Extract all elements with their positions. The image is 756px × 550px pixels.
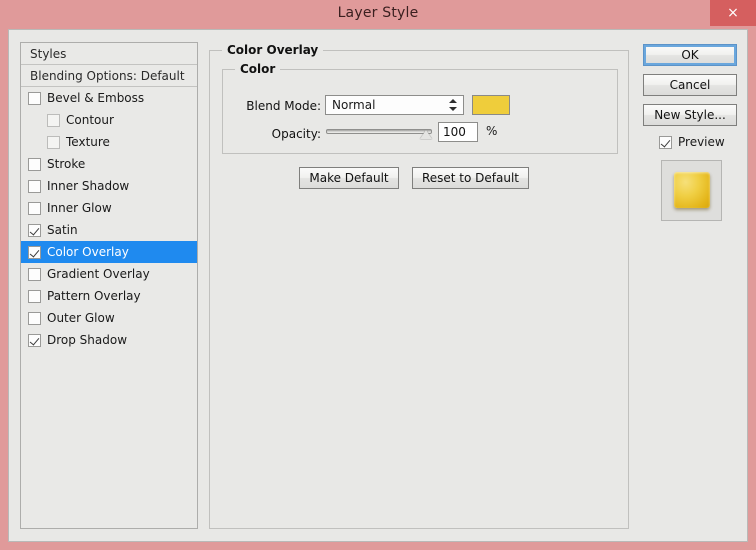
opacity-unit-label: % bbox=[486, 124, 498, 138]
style-row-label: Outer Glow bbox=[47, 311, 115, 325]
page-title: Layer Style bbox=[337, 5, 419, 21]
style-row-inner-shadow[interactable]: Inner Shadow bbox=[21, 175, 197, 197]
checkbox-inner-shadow[interactable] bbox=[28, 179, 41, 193]
checkbox-outer-glow[interactable] bbox=[28, 311, 41, 325]
make-default-button[interactable]: Make Default bbox=[299, 167, 399, 189]
close-icon[interactable]: × bbox=[710, 0, 756, 26]
checkbox-bevel-emboss[interactable] bbox=[28, 91, 41, 105]
style-row-label: Contour bbox=[66, 113, 114, 127]
styles-list[interactable]: Styles Blending Options: Default Bevel &… bbox=[20, 42, 198, 529]
preview-checkbox-row[interactable]: Preview bbox=[659, 135, 725, 149]
opacity-label: Opacity: bbox=[271, 127, 321, 141]
opacity-slider-track bbox=[326, 129, 432, 134]
color-swatch-button[interactable] bbox=[472, 95, 510, 115]
dialog-button-column: OK Cancel New Style... Preview bbox=[639, 42, 737, 529]
style-row-drop-shadow[interactable]: Drop Shadow bbox=[21, 329, 197, 351]
checkbox-pattern-overlay[interactable] bbox=[28, 289, 41, 303]
style-row-label: Inner Shadow bbox=[47, 179, 130, 193]
color-overlay-group-label: Color Overlay bbox=[222, 43, 324, 57]
checkbox-drop-shadow[interactable] bbox=[28, 333, 41, 347]
style-row-label: Inner Glow bbox=[47, 201, 112, 215]
blending-options-row[interactable]: Blending Options: Default bbox=[21, 65, 197, 87]
color-group-label: Color bbox=[235, 62, 281, 76]
style-row-texture[interactable]: Texture bbox=[21, 131, 197, 153]
color-overlay-groupbox: Color Overlay Color Blend Mode: Normal O… bbox=[209, 43, 629, 529]
preview-shape bbox=[674, 172, 710, 208]
style-row-label: Satin bbox=[47, 223, 78, 237]
styles-list-header: Styles bbox=[21, 43, 197, 65]
preview-thumbnail bbox=[661, 160, 722, 221]
checkbox-satin[interactable] bbox=[28, 223, 41, 237]
style-row-bevel-emboss[interactable]: Bevel & Emboss bbox=[21, 87, 197, 109]
color-overlay-panel: Color Overlay Color Blend Mode: Normal O… bbox=[209, 42, 629, 529]
style-row-label: Texture bbox=[66, 135, 110, 149]
style-row-label: Stroke bbox=[47, 157, 86, 171]
style-row-contour[interactable]: Contour bbox=[21, 109, 197, 131]
style-row-stroke[interactable]: Stroke bbox=[21, 153, 197, 175]
style-row-label: Pattern Overlay bbox=[47, 289, 141, 303]
reset-to-default-button[interactable]: Reset to Default bbox=[412, 167, 529, 189]
style-row-satin[interactable]: Satin bbox=[21, 219, 197, 241]
opacity-slider-thumb[interactable] bbox=[420, 130, 432, 139]
opacity-slider[interactable] bbox=[326, 124, 432, 142]
style-row-label: Gradient Overlay bbox=[47, 267, 150, 281]
opacity-input[interactable]: 100 bbox=[438, 122, 478, 142]
dialog-client-area: Styles Blending Options: Default Bevel &… bbox=[8, 29, 748, 542]
checkbox-stroke[interactable] bbox=[28, 157, 41, 171]
checkbox-texture[interactable] bbox=[47, 135, 60, 149]
checkbox-inner-glow[interactable] bbox=[28, 201, 41, 215]
style-row-label: Color Overlay bbox=[47, 245, 129, 259]
cancel-button[interactable]: Cancel bbox=[643, 74, 737, 96]
style-row-outer-glow[interactable]: Outer Glow bbox=[21, 307, 197, 329]
layer-style-dialog: Layer Style × Styles Blending Options: D… bbox=[0, 0, 756, 550]
styles-rows-container: Bevel & Emboss Contour Texture Stroke Inner … bbox=[21, 87, 197, 351]
new-style-button[interactable]: New Style... bbox=[643, 104, 737, 126]
blend-mode-value: Normal bbox=[332, 98, 376, 112]
blend-mode-label: Blend Mode: bbox=[246, 99, 321, 113]
checkbox-gradient-overlay[interactable] bbox=[28, 267, 41, 281]
style-row-label: Drop Shadow bbox=[47, 333, 128, 347]
checkbox-contour[interactable] bbox=[47, 113, 60, 127]
style-row-gradient-overlay[interactable]: Gradient Overlay bbox=[21, 263, 197, 285]
checkbox-color-overlay[interactable] bbox=[28, 245, 41, 259]
color-groupbox: Color Blend Mode: Normal Opacity: 100 % bbox=[222, 62, 618, 154]
style-row-label: Bevel & Emboss bbox=[47, 91, 145, 105]
title-bar: Layer Style × bbox=[0, 0, 756, 27]
ok-button[interactable]: OK bbox=[643, 44, 737, 66]
chevron-updown-icon bbox=[448, 96, 459, 114]
style-row-color-overlay[interactable]: Color Overlay bbox=[21, 241, 197, 263]
style-row-inner-glow[interactable]: Inner Glow bbox=[21, 197, 197, 219]
blend-mode-select[interactable]: Normal bbox=[325, 95, 464, 115]
preview-checkbox[interactable] bbox=[659, 135, 672, 149]
style-row-pattern-overlay[interactable]: Pattern Overlay bbox=[21, 285, 197, 307]
preview-label: Preview bbox=[678, 135, 725, 149]
